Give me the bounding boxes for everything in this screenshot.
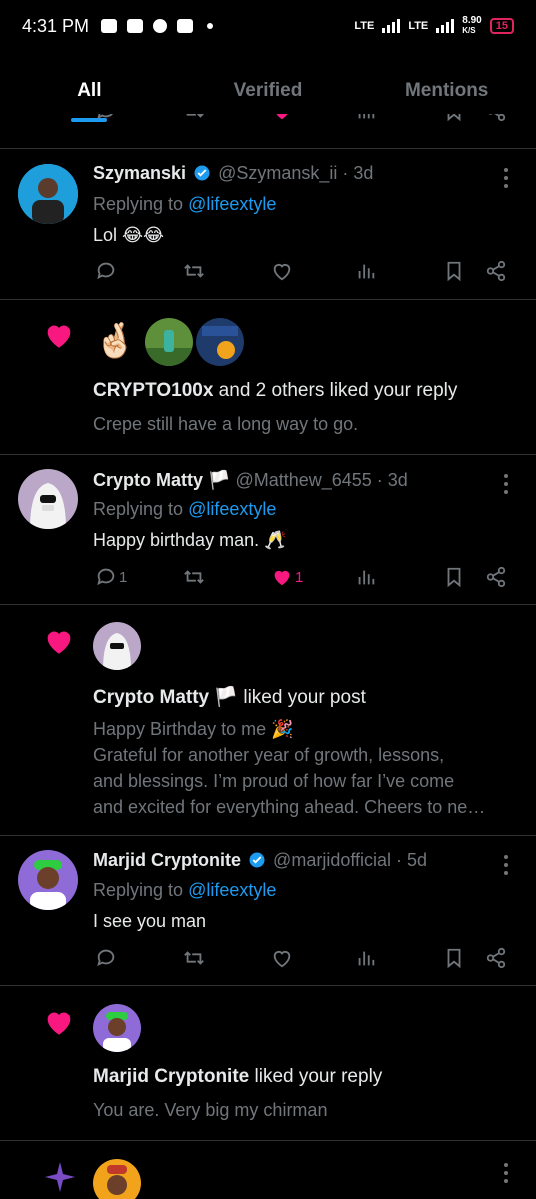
like-icon[interactable] [271, 114, 293, 122]
views-icon[interactable] [355, 114, 377, 122]
gamepad-icon [101, 19, 118, 33]
notification-actor[interactable]: Marjid Cryptonite [93, 1066, 249, 1087]
bookmark-button[interactable] [443, 260, 465, 282]
reply-count: 1 [119, 568, 128, 586]
heart-icon [47, 1012, 71, 1035]
more-options-icon[interactable] [504, 474, 510, 498]
bookmark-icon[interactable] [443, 114, 465, 122]
bookmark-button[interactable] [443, 566, 465, 588]
tab-mentions[interactable]: Mentions [357, 60, 536, 122]
author-name[interactable]: Szymanski [93, 163, 186, 183]
reply-icon[interactable] [95, 114, 117, 122]
like-button[interactable] [271, 260, 295, 282]
signal-icon [436, 19, 455, 33]
tab-all[interactable]: All [0, 60, 179, 122]
more-options-icon[interactable] [504, 168, 510, 192]
bookmark-button[interactable] [443, 947, 465, 969]
app-icon [177, 19, 194, 33]
more-options-icon[interactable] [504, 1163, 510, 1187]
divider [0, 148, 536, 149]
network-speed: 8.90 K/S [462, 15, 482, 36]
notification-body: Happy Birthday to me 🎉 Grateful for anot… [93, 719, 486, 817]
divider [0, 604, 536, 605]
retweet-button[interactable] [183, 566, 205, 588]
divider [0, 299, 536, 300]
replying-to-label: Replying to [93, 499, 189, 519]
like-button[interactable] [271, 947, 295, 969]
reply-button[interactable] [95, 260, 119, 282]
share-button[interactable] [485, 260, 507, 282]
divider [0, 1140, 536, 1141]
sparkle-icon [45, 1162, 75, 1192]
notification-body: You are. Very big my chirman [93, 1100, 328, 1120]
heart-icon [47, 325, 71, 348]
tweet-text: Happy birthday man. 🥂 [93, 530, 287, 550]
tab-verified[interactable]: Verified [179, 60, 358, 122]
heart-icon [47, 631, 71, 654]
more-options-icon[interactable] [504, 855, 510, 879]
avatar[interactable] [93, 1004, 141, 1052]
avatar[interactable] [18, 164, 78, 224]
retweet-button[interactable] [183, 260, 205, 282]
avatar[interactable] [93, 1159, 141, 1199]
author-name[interactable]: Marjid Cryptonite [93, 850, 241, 870]
author-handle[interactable]: @Matthew_6455 · 3d [235, 470, 407, 490]
more-notifications-icon [207, 23, 214, 29]
reply-button[interactable]: 1 [95, 566, 127, 588]
verified-badge-icon [249, 852, 265, 868]
avatar[interactable] [145, 318, 193, 366]
replying-to-link[interactable]: @lifeextyle [188, 880, 276, 900]
network-label-2: LTE [408, 20, 429, 32]
status-time: 4:31 PM [22, 15, 90, 36]
tab-bar: All Verified Mentions [0, 60, 536, 122]
share-button[interactable] [485, 947, 507, 969]
views-button[interactable] [355, 947, 377, 969]
status-bar: 4:31 PM LTE LTE 8.90 K/S 15 [0, 0, 536, 52]
author-name[interactable]: Crypto Matty 🏳️ [93, 470, 230, 490]
replying-to-label: Replying to [93, 880, 189, 900]
notification-action: and 2 others liked your reply [213, 380, 458, 401]
partial-action-bar [0, 114, 536, 148]
action-bar: 1 1 [93, 566, 513, 590]
retweet-button[interactable] [183, 947, 205, 969]
avatar[interactable] [196, 318, 244, 366]
app-icon [127, 19, 144, 33]
views-button[interactable] [355, 260, 377, 282]
notification-actor[interactable]: CRYPTO100x [93, 380, 213, 401]
reply-button[interactable] [95, 947, 119, 969]
signal-icon [382, 19, 401, 33]
replying-to-link[interactable]: @lifeextyle [188, 194, 276, 214]
divider [0, 454, 536, 455]
notification-body: Crepe still have a long way to go. [93, 414, 359, 434]
android-icon [153, 19, 168, 33]
tweet-text: Lol 😂😂 [93, 225, 165, 245]
share-icon[interactable] [485, 114, 507, 122]
network-label: LTE [354, 20, 375, 32]
share-button[interactable] [485, 566, 507, 588]
notification-action: liked your post [238, 687, 366, 708]
like-button[interactable]: 1 [271, 566, 303, 588]
battery-icon: 15 [489, 18, 514, 34]
crossed-fingers-emoji: 🤞🏻 [94, 322, 137, 360]
divider [0, 835, 536, 836]
views-button[interactable] [355, 566, 377, 588]
replying-to-label: Replying to [93, 194, 189, 214]
tweet-text: I see you man [93, 911, 207, 931]
action-bar [93, 947, 513, 971]
action-bar [93, 260, 513, 284]
avatar[interactable] [18, 469, 78, 529]
avatar[interactable] [93, 622, 141, 670]
notification-action: liked your reply [249, 1066, 383, 1087]
replying-to-link[interactable]: @lifeextyle [188, 499, 276, 519]
retweet-icon[interactable] [183, 114, 205, 122]
author-handle[interactable]: @Szymansk_ii · 3d [218, 163, 373, 183]
verified-badge-icon [194, 165, 210, 181]
notification-actor[interactable]: Crypto Matty 🏳️ [93, 687, 238, 708]
divider [0, 985, 536, 986]
like-count: 1 [295, 568, 304, 586]
author-handle[interactable]: @marjidofficial · 5d [273, 850, 427, 870]
avatar[interactable] [18, 850, 78, 910]
